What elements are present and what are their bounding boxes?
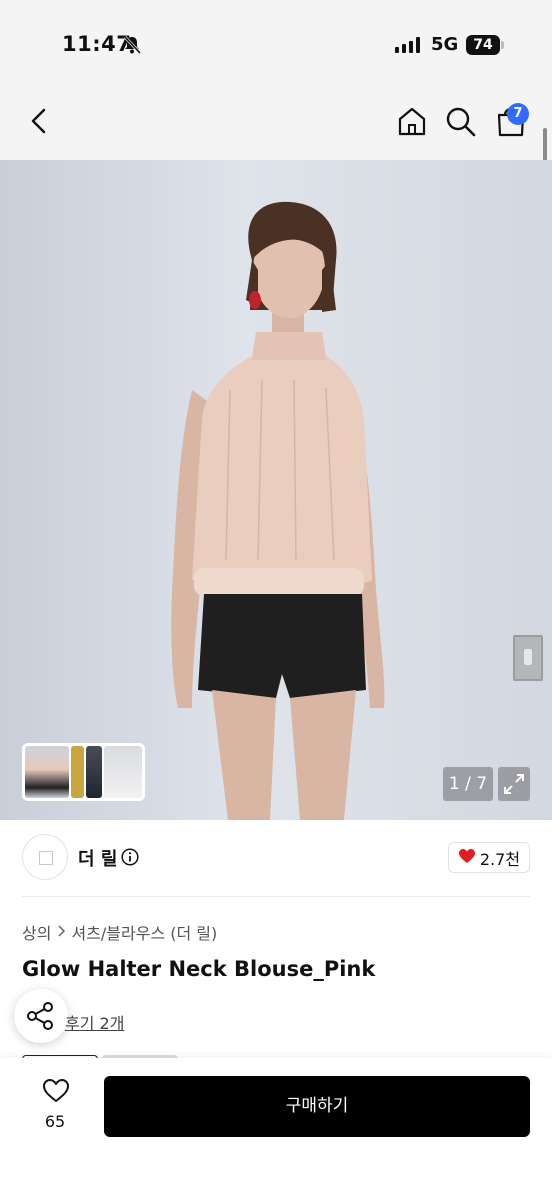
reviews-link[interactable]: 후기 2개 (65, 1010, 124, 1034)
brand-logo[interactable] (22, 834, 68, 880)
heart-filled-icon (458, 848, 476, 868)
battery-icon: 74 (466, 35, 500, 55)
chevron-right-icon (56, 923, 66, 942)
battery-tip (501, 41, 504, 49)
status-bar: 11:47 5G 74 (0, 0, 552, 92)
cart-count-badge: 7 (507, 103, 529, 125)
buy-button[interactable]: 구매하기 (104, 1076, 530, 1137)
wishlist-count: 65 (44, 1112, 66, 1131)
divider (22, 896, 530, 897)
heart-outline-icon (42, 1078, 70, 1108)
model-photo (171, 201, 385, 820)
top-nav (0, 92, 552, 160)
brand-like-count: 2.7천 (479, 849, 521, 869)
thumbnail-3[interactable] (86, 746, 103, 798)
silent-bell-icon (122, 35, 142, 59)
brand-name[interactable]: 더 릴 (78, 845, 117, 871)
home-icon[interactable] (396, 104, 428, 142)
info-icon[interactable] (121, 848, 139, 870)
share-icon (27, 1002, 53, 1030)
product-image[interactable] (0, 160, 552, 820)
brand-like-button[interactable]: 2.7천 (448, 842, 530, 873)
thumbnail-2[interactable] (70, 746, 85, 798)
product-title: Glow Halter Neck Blouse_Pink (22, 957, 376, 981)
signal-icon (395, 37, 420, 53)
wishlist-button[interactable]: 65 (22, 1076, 88, 1136)
thumbnail-1[interactable] (25, 746, 69, 798)
status-time: 11:47 (62, 32, 132, 56)
expand-icon[interactable] (498, 767, 530, 801)
breadcrumb-item[interactable]: 셔츠/블라우스 (더 릴) (71, 920, 217, 944)
breadcrumb: 상의 셔츠/블라우스 (더 릴) (22, 920, 217, 944)
network-type: 5G (431, 34, 459, 55)
gallery-thumbnails[interactable] (22, 743, 145, 801)
back-arrow-icon[interactable] (26, 104, 54, 142)
breadcrumb-item[interactable]: 상의 (22, 920, 51, 944)
search-icon[interactable] (445, 104, 477, 142)
share-button[interactable] (14, 989, 68, 1043)
thumbnail-4[interactable] (104, 746, 142, 798)
wall-switch (513, 635, 543, 681)
gallery-counter: 1 / 7 (443, 767, 493, 801)
